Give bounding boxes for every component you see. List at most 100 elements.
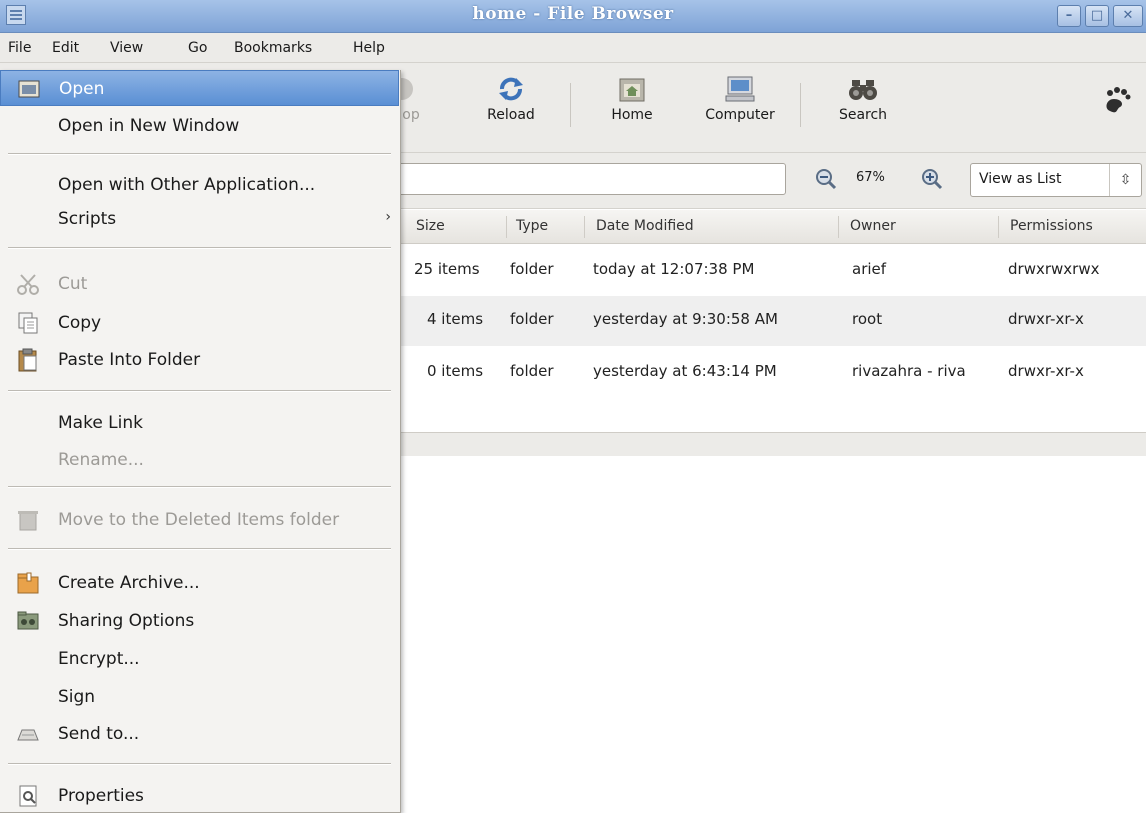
- stop-label: op: [402, 107, 420, 123]
- column-size[interactable]: Size: [416, 218, 445, 234]
- menu-bar: File Edit View Go Bookmarks Help: [0, 33, 1146, 63]
- cell-permissions: drwxr-xr-x: [1008, 362, 1084, 380]
- cell-size: 25 items: [414, 260, 480, 278]
- title-bar: home - File Browser – □ ✕: [0, 0, 1146, 33]
- zoom-level: 67%: [856, 170, 885, 185]
- column-permissions[interactable]: Permissions: [1010, 218, 1093, 234]
- menu-separator: [8, 247, 391, 249]
- chevron-updown-icon: ⇳: [1109, 164, 1141, 196]
- reload-label: Reload: [487, 107, 535, 123]
- cell-date: today at 12:07:38 PM: [593, 260, 755, 278]
- column-owner[interactable]: Owner: [850, 218, 896, 234]
- computer-button[interactable]: Computer: [694, 75, 786, 123]
- scissors-icon: [16, 272, 40, 296]
- menu-item-open-new-window[interactable]: Open in New Window: [0, 108, 399, 144]
- toolbar-separator: [570, 83, 571, 127]
- menu-bookmarks[interactable]: Bookmarks: [234, 40, 312, 56]
- menu-separator: [8, 486, 391, 488]
- menu-file[interactable]: File: [8, 40, 31, 56]
- menu-separator: [8, 153, 391, 155]
- menu-item-copy[interactable]: Copy: [0, 305, 399, 341]
- menu-item-paste-into-folder[interactable]: Paste Into Folder: [0, 342, 399, 378]
- menu-item-label: Paste Into Folder: [58, 350, 201, 370]
- cell-date: yesterday at 6:43:14 PM: [593, 362, 777, 380]
- menu-item-label: Make Link: [58, 413, 143, 433]
- cell-size: 0 items: [427, 362, 484, 380]
- menu-view[interactable]: View: [110, 40, 143, 56]
- menu-item-label: Scripts: [58, 209, 117, 229]
- reload-button[interactable]: Reload: [478, 75, 544, 123]
- shared-folder-icon: [16, 609, 40, 633]
- menu-go[interactable]: Go: [188, 40, 207, 56]
- column-date-modified[interactable]: Date Modified: [596, 218, 694, 234]
- menu-item-label: Open with Other Application...: [58, 175, 316, 195]
- menu-item-properties[interactable]: Properties: [0, 778, 399, 813]
- menu-item-label: Move to the Deleted Items folder: [58, 510, 340, 530]
- cell-owner: rivazahra - riva: [852, 362, 966, 380]
- cell-type: folder: [510, 260, 554, 278]
- trash-icon: [16, 508, 40, 532]
- search-button[interactable]: Search: [830, 75, 896, 123]
- view-as-value: View as List: [979, 171, 1062, 187]
- menu-item-label: Cut: [58, 274, 88, 294]
- menu-item-create-archive[interactable]: Create Archive...: [0, 565, 399, 601]
- paste-icon: [16, 348, 40, 372]
- archive-icon: [16, 571, 40, 595]
- cell-type: folder: [510, 362, 554, 380]
- binoculars-icon: [848, 75, 878, 103]
- menu-item-sign[interactable]: Sign: [0, 679, 399, 715]
- cell-owner: root: [852, 310, 883, 328]
- send-to-icon: [16, 722, 40, 746]
- column-separator[interactable]: [506, 216, 507, 238]
- menu-help[interactable]: Help: [353, 40, 385, 56]
- menu-item-make-link[interactable]: Make Link: [0, 405, 399, 441]
- menu-item-open-with-other[interactable]: Open with Other Application...: [0, 167, 399, 203]
- cell-permissions: drwxrwxrwx: [1008, 260, 1100, 278]
- minimize-button[interactable]: –: [1057, 5, 1081, 27]
- computer-label: Computer: [705, 107, 775, 123]
- context-menu: Open Open in New Window Open with Other …: [0, 70, 401, 813]
- computer-icon: [725, 75, 755, 103]
- chevron-right-icon: ›: [385, 209, 391, 225]
- properties-icon: [16, 784, 40, 808]
- menu-item-open[interactable]: Open: [0, 70, 399, 106]
- reload-icon: [496, 75, 526, 103]
- close-button[interactable]: ✕: [1113, 5, 1143, 27]
- menu-item-label: Create Archive...: [58, 573, 200, 593]
- menu-item-sharing-options[interactable]: Sharing Options: [0, 603, 399, 639]
- home-button[interactable]: Home: [604, 75, 660, 123]
- column-separator[interactable]: [584, 216, 585, 238]
- menu-item-rename[interactable]: Rename...: [0, 442, 399, 478]
- menu-item-cut[interactable]: Cut: [0, 266, 399, 302]
- maximize-button[interactable]: □: [1085, 5, 1109, 27]
- home-folder-icon: [617, 75, 647, 103]
- menu-separator: [8, 548, 391, 550]
- home-label: Home: [611, 107, 653, 123]
- menu-edit[interactable]: Edit: [52, 40, 79, 56]
- zoom-out-icon[interactable]: [814, 167, 838, 191]
- menu-item-label: Rename...: [58, 450, 144, 470]
- cell-permissions: drwxr-xr-x: [1008, 310, 1084, 328]
- menu-item-label: Properties: [58, 786, 144, 806]
- copy-icon: [16, 311, 40, 335]
- toolbar-separator: [800, 83, 801, 127]
- menu-item-label: Open: [59, 79, 105, 99]
- menu-item-label: Copy: [58, 313, 102, 333]
- menu-separator: [8, 763, 391, 765]
- menu-item-label: Send to...: [58, 724, 140, 744]
- zoom-in-icon[interactable]: [920, 167, 944, 191]
- view-as-select[interactable]: View as List ⇳: [970, 163, 1142, 197]
- column-separator[interactable]: [998, 216, 999, 238]
- menu-item-scripts[interactable]: Scripts ›: [0, 201, 399, 237]
- column-separator[interactable]: [838, 216, 839, 238]
- menu-item-send-to[interactable]: Send to...: [0, 716, 399, 752]
- menu-item-label: Sharing Options: [58, 611, 195, 631]
- cell-size: 4 items: [427, 310, 484, 328]
- menu-item-move-to-deleted[interactable]: Move to the Deleted Items folder: [0, 502, 399, 538]
- cell-owner: arief: [852, 260, 887, 278]
- menu-item-label: Encrypt...: [58, 649, 140, 669]
- menu-item-encrypt[interactable]: Encrypt...: [0, 641, 399, 677]
- column-type[interactable]: Type: [516, 218, 548, 234]
- menu-item-label: Open in New Window: [58, 116, 240, 136]
- cell-date: yesterday at 9:30:58 AM: [593, 310, 778, 328]
